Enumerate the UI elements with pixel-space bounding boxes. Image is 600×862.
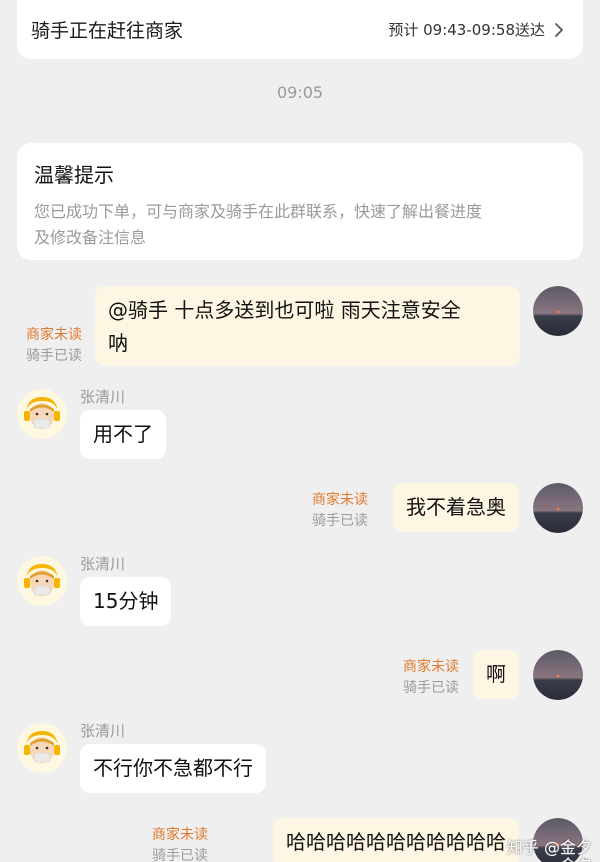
- message-row: 商家未读 骑手已读 @骑手 十点多送到也可啦 雨天注意安全 呐: [0, 284, 600, 374]
- message-row: 张清川 15分钟: [0, 553, 600, 629]
- rider-avatar[interactable]: [17, 723, 67, 773]
- message-bubble[interactable]: 不行你不急都不行: [80, 744, 266, 793]
- message-bubble[interactable]: @骑手 十点多送到也可啦 雨天注意安全 呐: [95, 286, 520, 366]
- message-bubble[interactable]: 哈哈哈哈哈哈哈哈哈哈哈: [273, 818, 519, 862]
- message-bubble[interactable]: 啊: [473, 650, 519, 699]
- tip-body: 您已成功下单，可与商家及骑手在此群联系，快速了解出餐进度 及修改备注信息: [34, 202, 483, 247]
- sender-name: 张清川: [80, 388, 126, 406]
- message-bubble[interactable]: 用不了: [80, 410, 166, 459]
- sunset-avatar-icon: [533, 483, 583, 533]
- read-status: 商家未读 骑手已读: [26, 327, 82, 364]
- eta-text: 预计 09:43-09:58送达: [388, 21, 545, 39]
- chat-page: 骑手正在赶往商家 预计 09:43-09:58送达 09:05 温馨提示 您已成…: [0, 0, 600, 862]
- read-status: 商家未读 骑手已读: [403, 659, 459, 696]
- my-avatar[interactable]: [533, 650, 583, 700]
- message-timestamp: 09:05: [276, 83, 324, 102]
- watermark-secondary: 金夕: [560, 852, 592, 862]
- message-bubble[interactable]: 15分钟: [80, 577, 172, 626]
- my-avatar[interactable]: [533, 286, 583, 336]
- message-row: 商家未读 骑手已读 我不着急奥: [0, 483, 600, 539]
- sender-name: 张清川: [80, 555, 126, 573]
- delivery-status-text: 骑手正在赶往商家: [31, 20, 184, 42]
- read-status: 商家未读 骑手已读: [312, 492, 368, 529]
- message-row: 商家未读 骑手已读 啊: [0, 650, 600, 706]
- read-status: 商家未读 骑手已读: [152, 827, 208, 862]
- rider-avatar-icon: [17, 556, 67, 606]
- tip-title: 温馨提示: [34, 163, 114, 187]
- rider-avatar-icon: [17, 723, 67, 773]
- tip-card: 温馨提示 您已成功下单，可与商家及骑手在此群联系，快速了解出餐进度 及修改备注信…: [17, 143, 583, 260]
- chevron-right-icon[interactable]: [553, 21, 565, 39]
- message-row: 张清川 用不了: [0, 386, 600, 462]
- rider-avatar[interactable]: [17, 389, 67, 439]
- message-row: 张清川 不行你不急都不行: [0, 720, 600, 796]
- sunset-avatar-icon: [533, 286, 583, 336]
- message-bubble[interactable]: 我不着急奥: [393, 483, 519, 532]
- sender-name: 张清川: [80, 722, 126, 740]
- rider-avatar-icon: [17, 389, 67, 439]
- sunset-avatar-icon: [533, 650, 583, 700]
- rider-avatar[interactable]: [17, 556, 67, 606]
- delivery-status-card[interactable]: 骑手正在赶往商家 预计 09:43-09:58送达: [17, 0, 583, 59]
- my-avatar[interactable]: [533, 483, 583, 533]
